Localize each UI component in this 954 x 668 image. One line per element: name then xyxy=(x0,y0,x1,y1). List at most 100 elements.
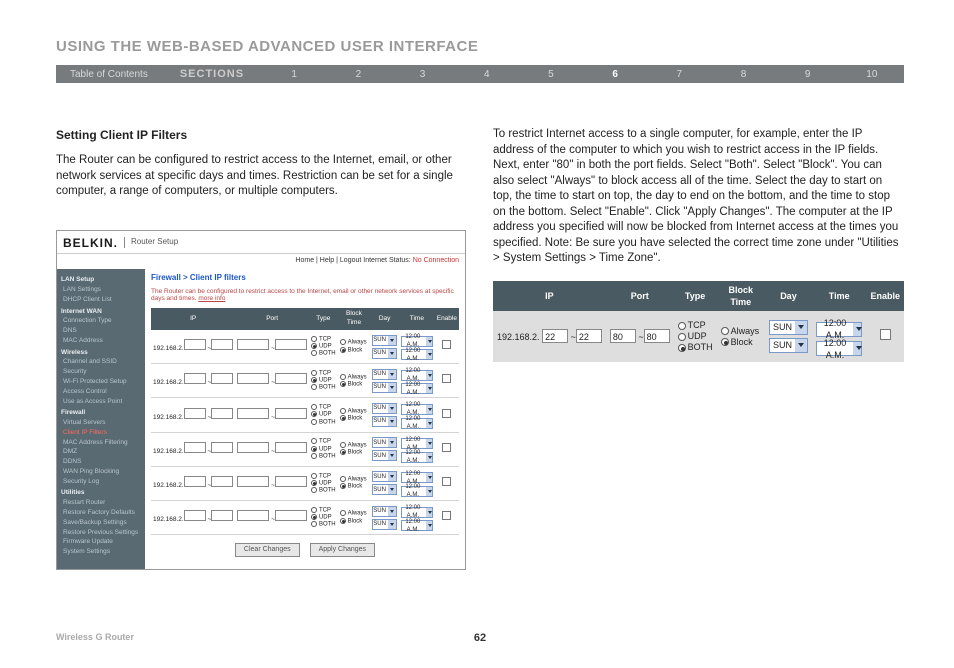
sidebar-item[interactable]: Wi-Fi Protected Setup xyxy=(63,378,141,387)
port-to-input[interactable] xyxy=(275,408,307,419)
day-end-select[interactable]: SUN xyxy=(372,519,397,530)
ip-to-input[interactable] xyxy=(211,476,233,487)
sidebar-item[interactable]: DMZ xyxy=(63,448,141,457)
section-9[interactable]: 9 xyxy=(776,69,840,80)
block-always-radio[interactable]: Always xyxy=(340,339,369,346)
type-udp-radio[interactable]: UDP xyxy=(311,377,336,384)
type-tcp-radio[interactable]: TCP xyxy=(311,507,336,514)
port-to-input[interactable] xyxy=(275,476,307,487)
sidebar-item[interactable]: LAN Settings xyxy=(63,286,141,295)
port-to-input[interactable] xyxy=(275,339,307,350)
time-start-select[interactable]: 12:00 A.M. xyxy=(401,370,433,381)
time-start-select[interactable]: 12:00 A.M. xyxy=(401,472,433,483)
port-from-input[interactable] xyxy=(237,442,269,453)
type-both-radio[interactable]: BOTH xyxy=(678,342,713,353)
sidebar-item[interactable]: Access Control xyxy=(63,388,141,397)
block-block-radio[interactable]: Block xyxy=(340,347,369,354)
section-2[interactable]: 2 xyxy=(326,69,390,80)
type-tcp-radio[interactable]: TCP xyxy=(311,404,336,411)
enable-checkbox[interactable] xyxy=(442,374,451,383)
ip-from-input[interactable] xyxy=(184,442,206,453)
time-end-select[interactable]: 12:00 A.M. xyxy=(816,341,863,356)
sidebar-item[interactable]: Virtual Servers xyxy=(63,419,141,428)
type-both-radio[interactable]: BOTH xyxy=(311,384,336,391)
time-end-select[interactable]: 12:00 A.M. xyxy=(401,418,433,429)
apply-changes-button[interactable]: Apply Changes xyxy=(310,543,375,556)
port-to-input[interactable] xyxy=(275,442,307,453)
day-end-select[interactable]: SUN xyxy=(769,338,808,353)
sidebar-item[interactable]: DNS xyxy=(63,327,141,336)
sidebar-item[interactable]: Use as Access Point xyxy=(63,398,141,407)
time-start-select[interactable]: 12:00 A.M. xyxy=(401,404,433,415)
ip-to-input[interactable] xyxy=(211,339,233,350)
section-3[interactable]: 3 xyxy=(390,69,454,80)
enable-checkbox[interactable] xyxy=(442,511,451,520)
block-block-radio[interactable]: Block xyxy=(340,449,369,456)
block-block-radio[interactable]: Block xyxy=(340,518,369,525)
time-start-select[interactable]: 12:00 A.M. xyxy=(816,322,863,337)
day-start-select[interactable]: SUN xyxy=(372,471,397,482)
time-end-select[interactable]: 12:00 A.M. xyxy=(401,383,433,394)
time-end-select[interactable]: 12:00 A.M. xyxy=(401,349,433,360)
sidebar-item[interactable]: Channel and SSID xyxy=(63,358,141,367)
ip-from-input[interactable] xyxy=(184,476,206,487)
block-block-radio[interactable]: Block xyxy=(340,381,369,388)
enable-checkbox[interactable] xyxy=(880,329,891,340)
time-end-select[interactable]: 12:00 A.M. xyxy=(401,452,433,463)
type-udp-radio[interactable]: UDP xyxy=(311,514,336,521)
type-tcp-radio[interactable]: TCP xyxy=(678,320,713,331)
ip-to-input[interactable]: 22 xyxy=(576,329,602,343)
toc-link[interactable]: Table of Contents xyxy=(56,69,162,80)
block-always-radio[interactable]: Always xyxy=(340,408,369,415)
sidebar-item[interactable]: Save/Backup Settings xyxy=(63,519,141,528)
type-tcp-radio[interactable]: TCP xyxy=(311,336,336,343)
section-4[interactable]: 4 xyxy=(455,69,519,80)
block-always-radio[interactable]: Always xyxy=(340,476,369,483)
ip-to-input[interactable] xyxy=(211,373,233,384)
port-from-input[interactable]: 80 xyxy=(610,329,636,343)
ip-from-input[interactable]: 22 xyxy=(542,329,568,343)
sidebar-item[interactable]: MAC Address Filtering xyxy=(63,439,141,448)
day-end-select[interactable]: SUN xyxy=(372,416,397,427)
sidebar-item[interactable]: Connection Type xyxy=(63,317,141,326)
type-both-radio[interactable]: BOTH xyxy=(311,487,336,494)
day-start-select[interactable]: SUN xyxy=(372,506,397,517)
day-end-select[interactable]: SUN xyxy=(372,382,397,393)
day-start-select[interactable]: SUN xyxy=(372,369,397,380)
type-udp-radio[interactable]: UDP xyxy=(311,411,336,418)
sidebar-item[interactable]: Restore Previous Settings xyxy=(63,529,141,538)
block-block-radio[interactable]: Block xyxy=(721,337,761,348)
day-start-select[interactable]: SUN xyxy=(769,320,808,335)
type-udp-radio[interactable]: UDP xyxy=(311,480,336,487)
sidebar-item[interactable]: Security Log xyxy=(63,478,141,487)
section-10[interactable]: 10 xyxy=(840,69,904,80)
port-from-input[interactable] xyxy=(237,373,269,384)
type-both-radio[interactable]: BOTH xyxy=(311,453,336,460)
time-end-select[interactable]: 12:00 A.M. xyxy=(401,486,433,497)
section-7[interactable]: 7 xyxy=(647,69,711,80)
section-1[interactable]: 1 xyxy=(262,69,326,80)
block-always-radio[interactable]: Always xyxy=(340,442,369,449)
port-to-input[interactable]: 80 xyxy=(644,329,670,343)
sidebar-item[interactable]: DDNS xyxy=(63,458,141,467)
sidebar-item[interactable]: Security xyxy=(63,368,141,377)
type-udp-radio[interactable]: UDP xyxy=(678,331,713,342)
block-block-radio[interactable]: Block xyxy=(340,415,369,422)
ip-from-input[interactable] xyxy=(184,373,206,384)
type-udp-radio[interactable]: UDP xyxy=(311,343,336,350)
section-8[interactable]: 8 xyxy=(711,69,775,80)
sidebar-item[interactable]: WAN Ping Blocking xyxy=(63,468,141,477)
day-end-select[interactable]: SUN xyxy=(372,484,397,495)
port-from-input[interactable] xyxy=(237,510,269,521)
section-6[interactable]: 6 xyxy=(583,69,647,80)
port-from-input[interactable] xyxy=(237,339,269,350)
sidebar-item[interactable]: Restore Factory Defaults xyxy=(63,509,141,518)
sidebar-item[interactable]: System Settings xyxy=(63,548,141,557)
port-from-input[interactable] xyxy=(237,408,269,419)
ip-to-input[interactable] xyxy=(211,510,233,521)
block-always-radio[interactable]: Always xyxy=(340,510,369,517)
time-start-select[interactable]: 12:00 A.M. xyxy=(401,507,433,518)
section-5[interactable]: 5 xyxy=(519,69,583,80)
type-both-radio[interactable]: BOTH xyxy=(311,419,336,426)
type-tcp-radio[interactable]: TCP xyxy=(311,438,336,445)
